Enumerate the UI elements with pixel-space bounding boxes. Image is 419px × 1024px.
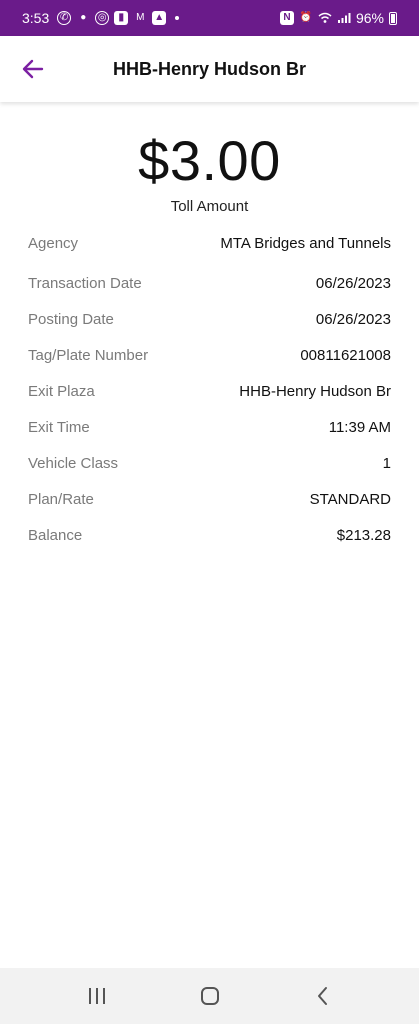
back-icon xyxy=(317,987,327,1005)
detail-value: HHB-Henry Hudson Br xyxy=(239,382,391,400)
page-title: HHB-Henry Hudson Br xyxy=(112,58,306,79)
detail-value: MTA Bridges and Tunnels xyxy=(220,234,391,252)
transaction-details: Agency MTA Bridges and Tunnels Transacti… xyxy=(28,225,391,553)
detail-row-exit-time: Exit Time 11:39 AM xyxy=(28,409,391,445)
detail-value: 00811621008 xyxy=(300,346,391,364)
battery-icon xyxy=(389,11,397,25)
toll-amount-label: Toll Amount xyxy=(170,198,249,215)
battery-percent: 96% xyxy=(355,10,384,26)
notification-dot xyxy=(175,16,180,20)
signal-icon xyxy=(337,11,351,25)
detail-label: Plan/Rate xyxy=(28,490,94,508)
chat-icon: ● xyxy=(80,12,87,23)
detail-value: 06/26/2023 xyxy=(315,310,391,328)
status-left: 3:53 ✆ ● ◎ ▮ M ▲ xyxy=(22,10,180,26)
detail-label: Exit Time xyxy=(28,418,90,436)
whatsapp-icon: ✆ xyxy=(57,11,72,25)
nav-back-button[interactable] xyxy=(303,976,343,1016)
detail-row-transaction-date: Transaction Date 06/26/2023 xyxy=(28,265,391,301)
back-button[interactable] xyxy=(13,49,53,89)
detail-label: Agency xyxy=(28,234,79,252)
detail-label: Balance xyxy=(28,526,83,544)
detail-row-exit-plaza: Exit Plaza HHB-Henry Hudson Br xyxy=(28,373,391,409)
arrow-left-icon xyxy=(22,59,44,79)
detail-row-plan-rate: Plan/Rate STANDARD xyxy=(28,481,391,517)
detail-value: STANDARD xyxy=(309,490,391,508)
detail-row-vehicle-class: Vehicle Class 1 xyxy=(28,445,391,481)
detail-label: Posting Date xyxy=(28,310,114,328)
detail-row-tag-plate: Tag/Plate Number 00811621008 xyxy=(28,337,391,373)
status-bar: 3:53 ✆ ● ◎ ▮ M ▲ N ⏰ 96% xyxy=(0,0,419,36)
status-right: N ⏰ 96% xyxy=(279,10,397,26)
nfc-icon: N xyxy=(279,11,294,25)
detail-value: $213.28 xyxy=(336,526,391,544)
toll-amount: $3.00 xyxy=(138,129,281,192)
detail-row-agency: Agency MTA Bridges and Tunnels xyxy=(28,225,391,261)
system-nav-bar xyxy=(0,968,419,1024)
detail-label: Exit Plaza xyxy=(28,382,95,400)
app-icon: ▮ xyxy=(114,11,129,25)
browser-icon: ◎ xyxy=(95,11,110,25)
detail-value: 06/26/2023 xyxy=(315,274,391,292)
detail-label: Transaction Date xyxy=(28,274,142,292)
detail-value: 11:39 AM xyxy=(328,418,391,436)
gmail-icon: M xyxy=(136,12,145,23)
detail-value: 1 xyxy=(382,454,391,472)
detail-row-posting-date: Posting Date 06/26/2023 xyxy=(28,301,391,337)
alarm-icon: ⏰ xyxy=(299,12,313,23)
recent-apps-icon xyxy=(88,988,105,1004)
photos-icon: ▲ xyxy=(152,11,167,25)
home-icon xyxy=(200,987,219,1005)
detail-row-balance: Balance $213.28 xyxy=(28,517,391,553)
app-bar: HHB-Henry Hudson Br xyxy=(0,36,419,102)
wifi-icon xyxy=(318,11,332,25)
recent-apps-button[interactable] xyxy=(77,976,117,1016)
status-time: 3:53 xyxy=(22,10,50,26)
home-button[interactable] xyxy=(190,976,230,1016)
detail-label: Tag/Plate Number xyxy=(28,346,149,364)
detail-label: Vehicle Class xyxy=(28,454,119,472)
